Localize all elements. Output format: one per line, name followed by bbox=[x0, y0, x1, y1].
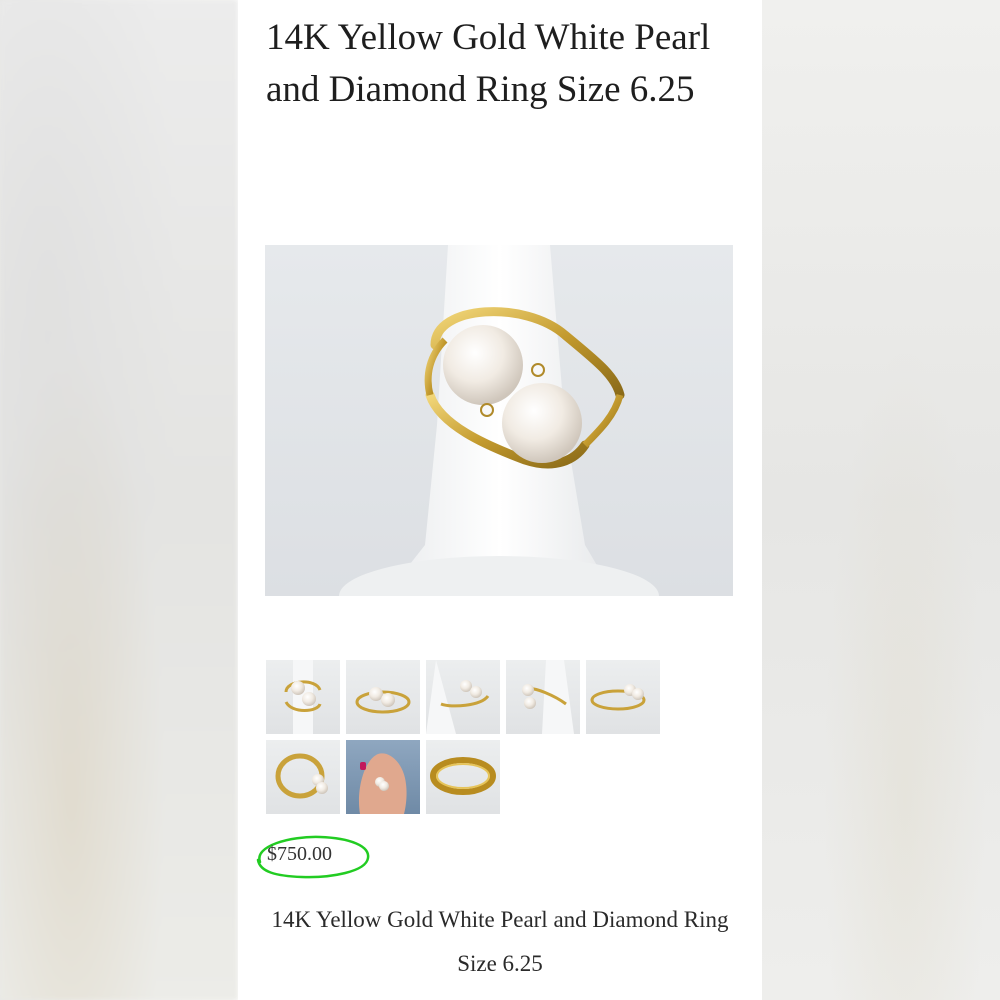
thumbnail-ring-front[interactable] bbox=[266, 660, 340, 734]
thumbnail-ring-top[interactable] bbox=[266, 740, 340, 814]
product-page: 14K Yellow Gold White Pearl and Diamond … bbox=[238, 0, 762, 1000]
thumbnail-ring-profile[interactable] bbox=[506, 660, 580, 734]
product-price: $750.00 bbox=[267, 843, 332, 865]
product-caption: 14K Yellow Gold White Pearl and Diamond … bbox=[271, 907, 729, 976]
thumbnail-ring-on-hand[interactable] bbox=[346, 740, 420, 814]
thumbnail-ring-side[interactable] bbox=[346, 660, 420, 734]
thumbnail-ring-flat[interactable] bbox=[586, 660, 660, 734]
price-highlight: $750.00 bbox=[250, 832, 372, 880]
thumbnail-ring-angle[interactable] bbox=[426, 660, 500, 734]
thumbnail-ring-band[interactable] bbox=[426, 740, 500, 814]
background-blur-right bbox=[762, 0, 1000, 1000]
main-product-image[interactable] bbox=[265, 245, 733, 596]
background-blur-left bbox=[0, 0, 238, 1000]
product-title: 14K Yellow Gold White Pearl and Diamond … bbox=[266, 17, 711, 110]
